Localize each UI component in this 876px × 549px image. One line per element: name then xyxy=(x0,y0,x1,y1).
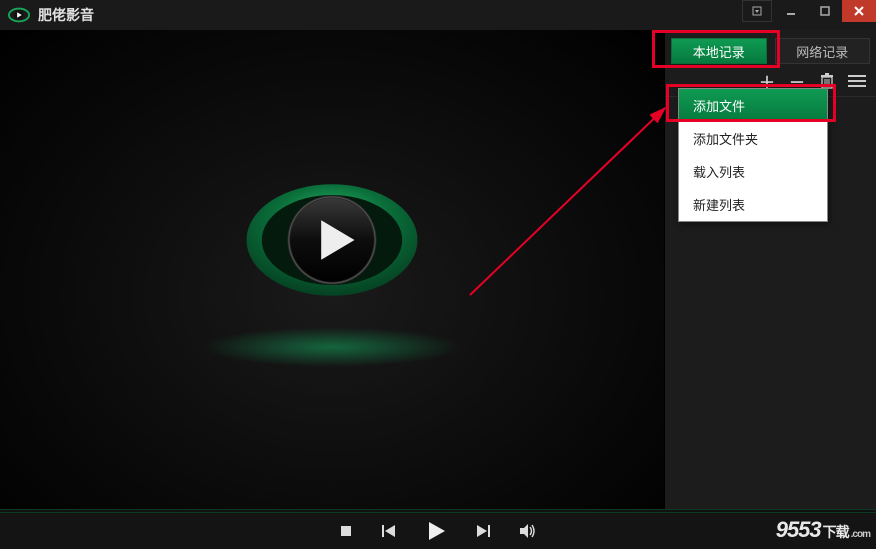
center-play-logo[interactable] xyxy=(242,150,422,330)
minimize-button[interactable] xyxy=(774,0,808,22)
menu-item-new-list[interactable]: 新建列表 xyxy=(679,188,827,221)
watermark-domain: .com xyxy=(851,529,870,540)
app-logo-icon xyxy=(8,7,30,23)
next-button[interactable] xyxy=(475,524,491,538)
watermark-text: 下载 xyxy=(823,522,849,542)
title-bar: 肥佬影音 xyxy=(0,0,876,30)
watermark: 9553 下载 .com xyxy=(776,517,870,543)
stop-button[interactable] xyxy=(339,524,353,538)
menu-item-add-folder[interactable]: 添加文件夹 xyxy=(679,122,827,155)
add-dropdown-menu: 添加文件 添加文件夹 载入列表 新建列表 xyxy=(678,88,828,222)
window-controls xyxy=(742,0,876,22)
logo-glow xyxy=(202,327,462,367)
maximize-button[interactable] xyxy=(808,0,842,22)
watermark-number: 9553 xyxy=(776,517,821,543)
menu-button[interactable] xyxy=(848,75,866,87)
close-button[interactable] xyxy=(842,0,876,22)
app-title: 肥佬影音 xyxy=(38,5,94,25)
previous-button[interactable] xyxy=(381,524,397,538)
control-bar xyxy=(0,513,876,549)
tab-network-records[interactable]: 网络记录 xyxy=(775,38,871,64)
video-area[interactable] xyxy=(0,30,664,509)
volume-button[interactable] xyxy=(519,523,537,539)
menu-item-load-list[interactable]: 载入列表 xyxy=(679,155,827,188)
menu-item-add-file[interactable]: 添加文件 xyxy=(679,89,827,122)
window-menu-button[interactable] xyxy=(742,0,772,22)
tab-local-records[interactable]: 本地记录 xyxy=(671,38,767,64)
play-button[interactable] xyxy=(425,520,447,542)
